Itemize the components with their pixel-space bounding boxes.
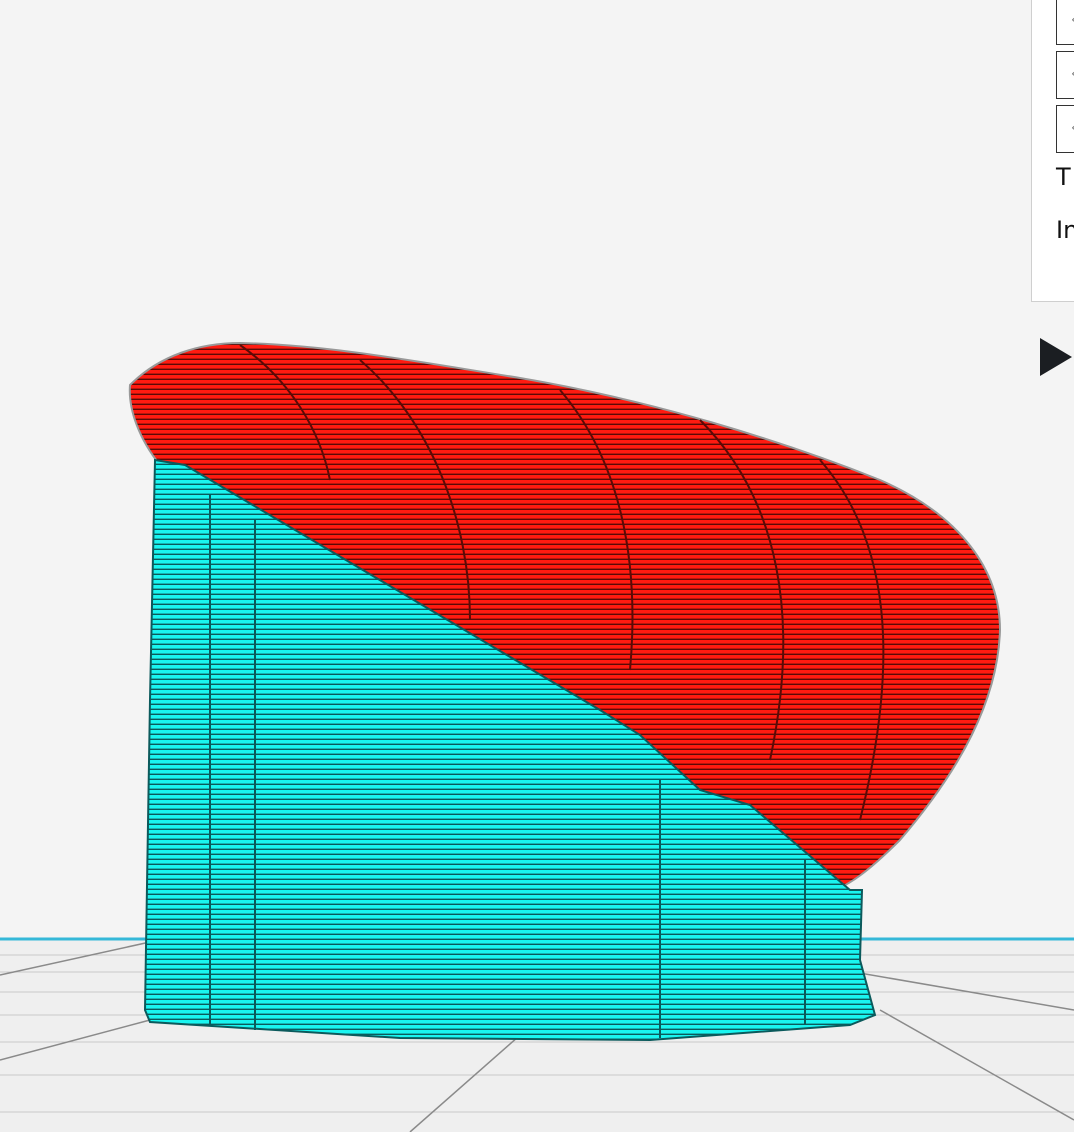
panel-label-1: T [1056, 163, 1071, 191]
input-field-2[interactable]: ‹ [1056, 51, 1074, 99]
3d-viewport[interactable] [0, 0, 1074, 1132]
play-triangle-icon[interactable] [1040, 338, 1072, 376]
panel-label-2: In [1056, 216, 1074, 244]
settings-panel: ‹ ‹ ‹ T In [1031, 0, 1074, 302]
input-field-3[interactable]: ‹ [1056, 105, 1074, 153]
input-field-1[interactable]: ‹ [1056, 0, 1074, 45]
